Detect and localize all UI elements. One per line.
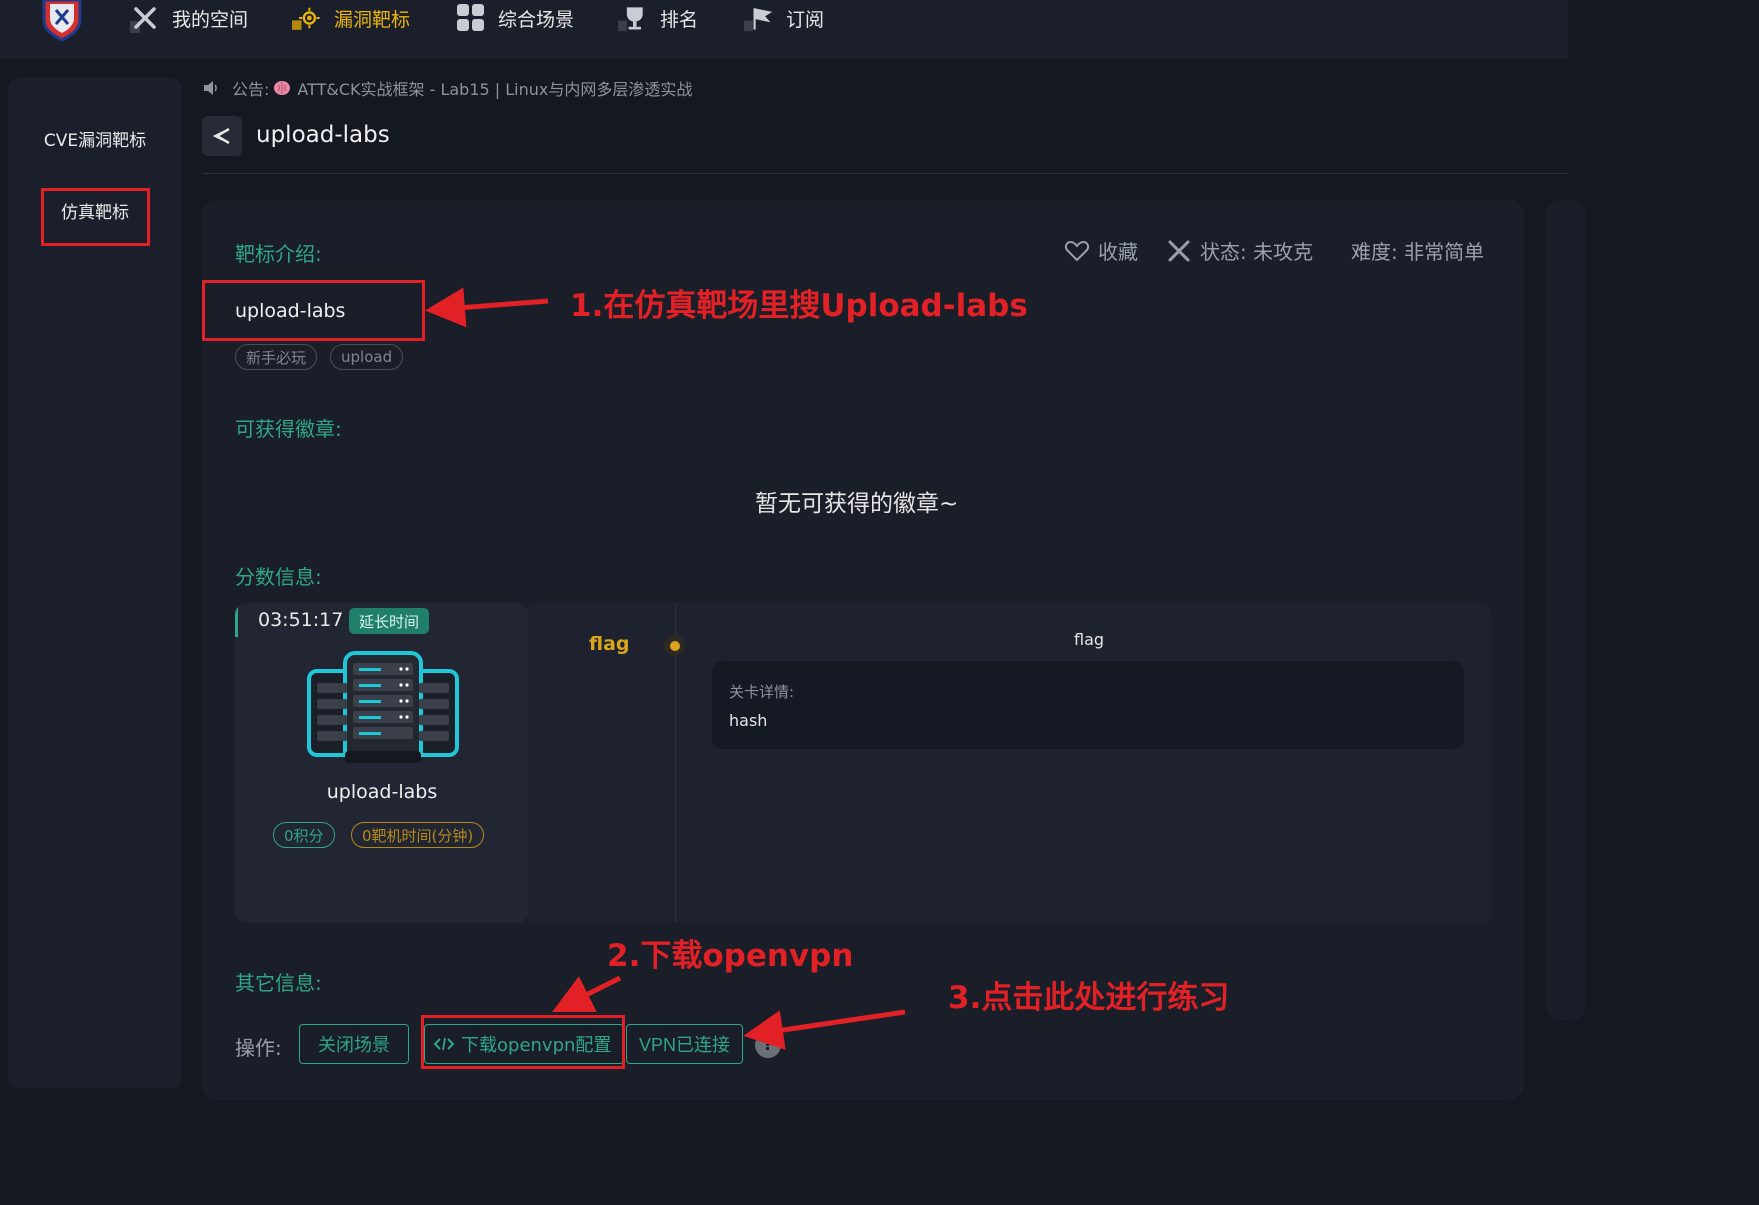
extend-time-button[interactable]: 延长时间 bbox=[349, 608, 430, 634]
nav-vuln-targets[interactable]: 漏洞靶标 bbox=[292, 0, 410, 36]
empty-badges-text: 暂无可获得的徽章~ bbox=[755, 491, 959, 517]
nav-label: 漏洞靶标 bbox=[334, 8, 411, 31]
server-icon bbox=[307, 651, 459, 763]
grid-icon bbox=[456, 3, 486, 33]
sidebar-item-cve[interactable]: CVE漏洞靶标 bbox=[8, 126, 182, 151]
badges-section-title: 可获得徽章: bbox=[235, 417, 342, 441]
annotation-step3: 3.点击此处进行练习 bbox=[948, 980, 1230, 1016]
back-button[interactable] bbox=[202, 116, 242, 156]
difficulty-indicator: 难度: 非常简单 bbox=[1351, 236, 1484, 265]
crossed-swords-icon bbox=[130, 3, 160, 33]
tag-upload[interactable]: upload bbox=[330, 344, 404, 370]
announcement-bar[interactable]: 公告: ATT&CK实战框架 - Lab15 | Linux与内网多层渗透实战 bbox=[202, 76, 692, 100]
flag-step-label: flag bbox=[589, 633, 630, 655]
header-divider bbox=[202, 173, 1568, 174]
machine-time-badge: 0靶机时间(分钟) bbox=[351, 822, 485, 848]
brain-icon bbox=[274, 81, 291, 95]
nav-label: 综合场景 bbox=[498, 8, 575, 31]
intro-section-title: 靶标介绍: bbox=[235, 242, 322, 266]
close-scene-button[interactable]: 关闭场景 bbox=[299, 1024, 409, 1064]
points-badge: 0积分 bbox=[273, 822, 335, 848]
nav-label: 我的空间 bbox=[172, 8, 249, 31]
announcement-prefix: 公告: bbox=[232, 80, 270, 99]
nav-my-space[interactable]: 我的空间 bbox=[130, 0, 248, 36]
level-detail-label: 关卡详情: bbox=[729, 683, 795, 701]
speaker-icon bbox=[204, 81, 217, 95]
timer-accent-bar bbox=[235, 603, 238, 637]
sidebar-item-label: CVE漏洞靶标 bbox=[43, 131, 147, 151]
tag-beginner[interactable]: 新手必玩 bbox=[235, 344, 318, 370]
page-title: upload-labs bbox=[256, 122, 390, 148]
machine-card: 03:51:17 延长时间 upload-labs 0积分 0靶机时间(分钟) bbox=[235, 603, 529, 923]
status-indicator: 状态: 未攻克 bbox=[1166, 236, 1313, 265]
side-panel-edge bbox=[1546, 200, 1586, 1020]
machine-name: upload-labs bbox=[326, 781, 438, 803]
difficulty-label: 难度: 非常简单 bbox=[1351, 240, 1485, 264]
level-detail-value: hash bbox=[729, 711, 768, 730]
top-nav: 我的空间 漏洞靶标 综合场景 排名 订阅 bbox=[0, 0, 1568, 58]
nav-label: 订阅 bbox=[786, 8, 825, 31]
announcement-text: ATT&CK实战框架 - Lab15 | Linux与内网多层渗透实战 bbox=[297, 80, 693, 99]
timeline-dot bbox=[664, 635, 685, 656]
crossed-swords-icon bbox=[1168, 240, 1190, 261]
site-logo[interactable] bbox=[38, 0, 86, 42]
score-section-title: 分数信息: bbox=[235, 565, 322, 589]
annotation-box-simulation bbox=[41, 188, 150, 246]
nav-subscribe[interactable]: 订阅 bbox=[744, 0, 824, 36]
nav-scenarios[interactable]: 综合场景 bbox=[456, 0, 574, 36]
other-section-title: 其它信息: bbox=[235, 971, 322, 995]
countdown-timer: 03:51:17 bbox=[258, 609, 344, 631]
help-icon[interactable]: ? bbox=[755, 1032, 781, 1058]
flag-icon bbox=[744, 3, 774, 33]
annotation-step2: 2.下载openvpn bbox=[607, 938, 854, 974]
heart-icon bbox=[1064, 240, 1090, 261]
annotation-box-download bbox=[421, 1015, 625, 1069]
operations-label: 操作: bbox=[235, 1036, 282, 1060]
vpn-connected-button[interactable]: VPN已连接 bbox=[626, 1024, 744, 1064]
favorite-button[interactable]: 收藏 bbox=[1064, 236, 1138, 265]
level-detail-box: 关卡详情: hash bbox=[712, 661, 1464, 749]
flag-title: flag bbox=[1074, 630, 1105, 649]
nav-ranking[interactable]: 排名 bbox=[618, 0, 698, 36]
annotation-box-target-name bbox=[202, 280, 425, 341]
target-sun-icon bbox=[292, 3, 322, 33]
trophy-icon bbox=[618, 3, 648, 33]
nav-label: 排名 bbox=[660, 8, 699, 31]
back-arrow-icon bbox=[212, 127, 230, 145]
status-label: 状态: 未攻克 bbox=[1200, 240, 1314, 264]
favorite-label: 收藏 bbox=[1098, 240, 1138, 264]
annotation-step1: 1.在仿真靶场里搜Upload-labs bbox=[570, 288, 1028, 324]
